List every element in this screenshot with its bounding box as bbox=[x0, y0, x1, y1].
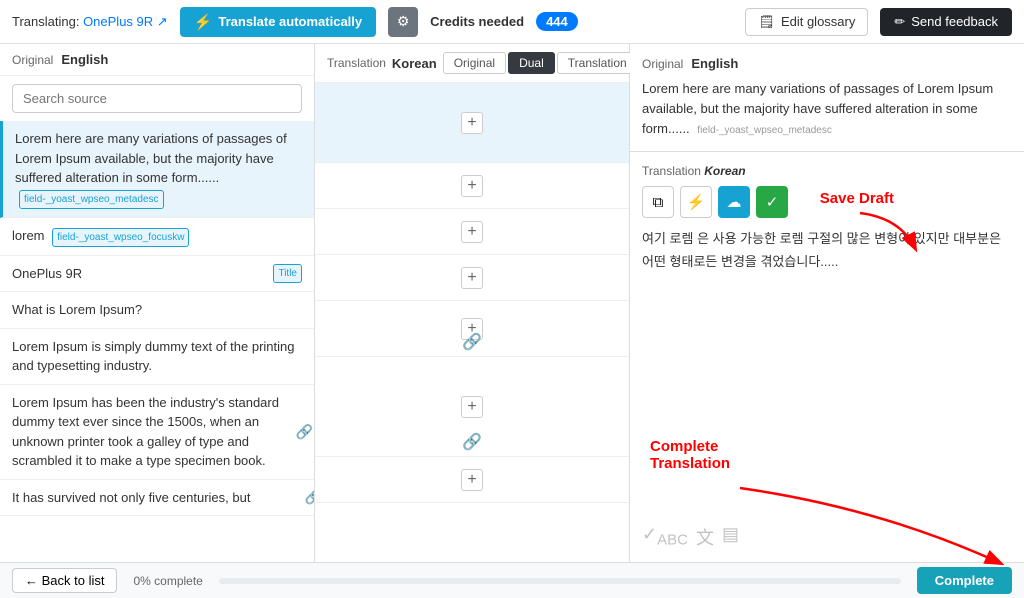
gear-icon: ⚙ bbox=[397, 13, 410, 30]
middle-header: Translation Korean Original Dual Transla… bbox=[315, 44, 629, 83]
confirm-button[interactable]: ✓ bbox=[756, 186, 788, 218]
send-feedback-button[interactable]: ✏ Send feedback bbox=[880, 8, 1012, 36]
source-text: What is Lorem Ipsum? bbox=[12, 300, 302, 320]
add-translation-button[interactable]: + bbox=[461, 112, 483, 134]
source-text: Lorem Ipsum has been the industry's stan… bbox=[12, 393, 302, 471]
source-item[interactable]: It has survived not only five centuries,… bbox=[0, 480, 314, 517]
left-header: Original English bbox=[0, 44, 314, 76]
source-text: Lorem Ipsum is simply dummy text of the … bbox=[12, 337, 302, 376]
translation-section-header: Translation Korean bbox=[642, 164, 1012, 178]
translating-label: Translating: OnePlus 9R ↗ bbox=[12, 14, 168, 30]
spellcheck-icon[interactable]: ✓ABC bbox=[642, 524, 688, 550]
translation-item[interactable]: + bbox=[315, 209, 629, 255]
translation-items: + + + + + 🔗 + 🔗 + bbox=[315, 83, 629, 562]
source-text: OnePlus 9R Title bbox=[12, 264, 302, 284]
translate-icon[interactable]: 文 bbox=[696, 524, 714, 550]
bolt-icon: ⚡ bbox=[194, 13, 213, 31]
field-tag-right: field-_yoast_wpseo_metadesc bbox=[697, 125, 832, 136]
quality-check-icons: ✓ABC 文 ▤ bbox=[642, 524, 1012, 550]
action-icons: ⧉ ⚡ ☁ ✓ bbox=[642, 186, 1012, 218]
add-translation-button[interactable]: + bbox=[461, 221, 483, 243]
cloud-icon: ☁ bbox=[727, 193, 742, 211]
translation-item[interactable]: + 🔗 bbox=[315, 301, 629, 357]
right-original-label: Original bbox=[642, 57, 683, 71]
bolt-icon-small: ⚡ bbox=[687, 193, 706, 211]
add-translation-button[interactable]: + bbox=[461, 469, 483, 491]
translation-item[interactable]: + bbox=[315, 163, 629, 209]
tab-translation[interactable]: Translation bbox=[557, 52, 638, 74]
save-draft-button[interactable]: ☁ bbox=[718, 186, 750, 218]
field-tag: field-_yoast_wpseo_metadesc bbox=[19, 190, 164, 209]
original-text-box: Lorem here are many variations of passag… bbox=[642, 79, 1012, 139]
right-top: Original English Lorem here are many var… bbox=[630, 44, 1024, 152]
source-item[interactable]: What is Lorem Ipsum? bbox=[0, 292, 314, 329]
search-input[interactable] bbox=[12, 84, 302, 113]
source-list: Lorem here are many variations of passag… bbox=[0, 121, 314, 562]
source-text: It has survived not only five centuries,… bbox=[12, 488, 302, 508]
auto-translate-icon-button[interactable]: ⚡ bbox=[680, 186, 712, 218]
right-top-header: Original English bbox=[642, 56, 1012, 71]
source-text: lorem field-_yoast_wpseo_focuskw bbox=[12, 226, 302, 247]
edit-glossary-button[interactable]: 🗒 Edit glossary bbox=[745, 8, 868, 36]
field-tag: Title bbox=[273, 264, 302, 283]
copy-button[interactable]: ⧉ bbox=[642, 186, 674, 218]
credits-badge: 444 bbox=[536, 12, 578, 31]
translation-header-label: Translation bbox=[327, 56, 386, 70]
pencil-icon: ✏ bbox=[894, 14, 905, 30]
settings-button[interactable]: ⚙ bbox=[388, 7, 418, 37]
right-panel: Original English Lorem here are many var… bbox=[630, 44, 1024, 562]
bottom-bar: ← Back to list 0% complete Complete bbox=[0, 562, 1024, 598]
tab-original[interactable]: Original bbox=[443, 52, 506, 74]
translation-item[interactable]: + bbox=[315, 457, 629, 503]
copy-format-icon[interactable]: ▤ bbox=[722, 524, 739, 550]
complete-button[interactable]: Complete bbox=[917, 567, 1012, 594]
source-lang: English bbox=[61, 52, 108, 67]
back-to-list-button[interactable]: ← Back to list bbox=[12, 568, 117, 593]
source-text: Lorem here are many variations of passag… bbox=[15, 129, 302, 209]
translate-auto-button[interactable]: ⚡ Translate automatically bbox=[180, 7, 376, 37]
source-item[interactable]: lorem field-_yoast_wpseo_focuskw bbox=[0, 218, 314, 256]
translation-item[interactable]: + bbox=[315, 255, 629, 301]
view-tabs: Original Dual Translation bbox=[443, 52, 638, 74]
original-label: Original bbox=[12, 53, 53, 67]
add-translation-button[interactable]: + bbox=[461, 396, 483, 418]
right-original-lang: English bbox=[691, 56, 738, 71]
add-translation-button[interactable]: + bbox=[461, 267, 483, 289]
copy-icon: ⧉ bbox=[653, 194, 664, 211]
add-translation-button[interactable]: + bbox=[461, 175, 483, 197]
top-bar: Translating: OnePlus 9R ↗ ⚡ Translate au… bbox=[0, 0, 1024, 44]
translated-text: 여기 로렘 은 사용 가능한 로렘 구절의 많은 변형이 있지만 대부분은 어떤… bbox=[642, 228, 1012, 516]
source-item[interactable]: Lorem Ipsum has been the industry's stan… bbox=[0, 385, 314, 480]
main-container: Original English Lorem here are many var… bbox=[0, 44, 1024, 562]
translation-lang: Korean bbox=[392, 56, 437, 71]
translation-item[interactable]: + bbox=[315, 83, 629, 163]
tab-dual[interactable]: Dual bbox=[508, 52, 555, 74]
right-bottom: Translation Korean ⧉ ⚡ ☁ ✓ Save Dra bbox=[630, 152, 1024, 562]
progress-bar bbox=[219, 578, 901, 584]
left-panel: Original English Lorem here are many var… bbox=[0, 44, 315, 562]
glossary-icon: 🗒 bbox=[758, 14, 775, 30]
check-icon: ✓ bbox=[766, 193, 779, 211]
middle-panel: Translation Korean Original Dual Transla… bbox=[315, 44, 630, 562]
project-link[interactable]: OnePlus 9R ↗ bbox=[83, 14, 168, 29]
source-item[interactable]: Lorem here are many variations of passag… bbox=[0, 121, 314, 218]
credits-label: Credits needed bbox=[430, 14, 524, 29]
source-item[interactable]: Lorem Ipsum is simply dummy text of the … bbox=[0, 329, 314, 385]
field-tag: field-_yoast_wpseo_focuskw bbox=[52, 228, 189, 247]
translation-item[interactable]: + 🔗 bbox=[315, 357, 629, 457]
source-item[interactable]: OnePlus 9R Title bbox=[0, 256, 314, 293]
progress-label: 0% complete bbox=[133, 574, 202, 588]
